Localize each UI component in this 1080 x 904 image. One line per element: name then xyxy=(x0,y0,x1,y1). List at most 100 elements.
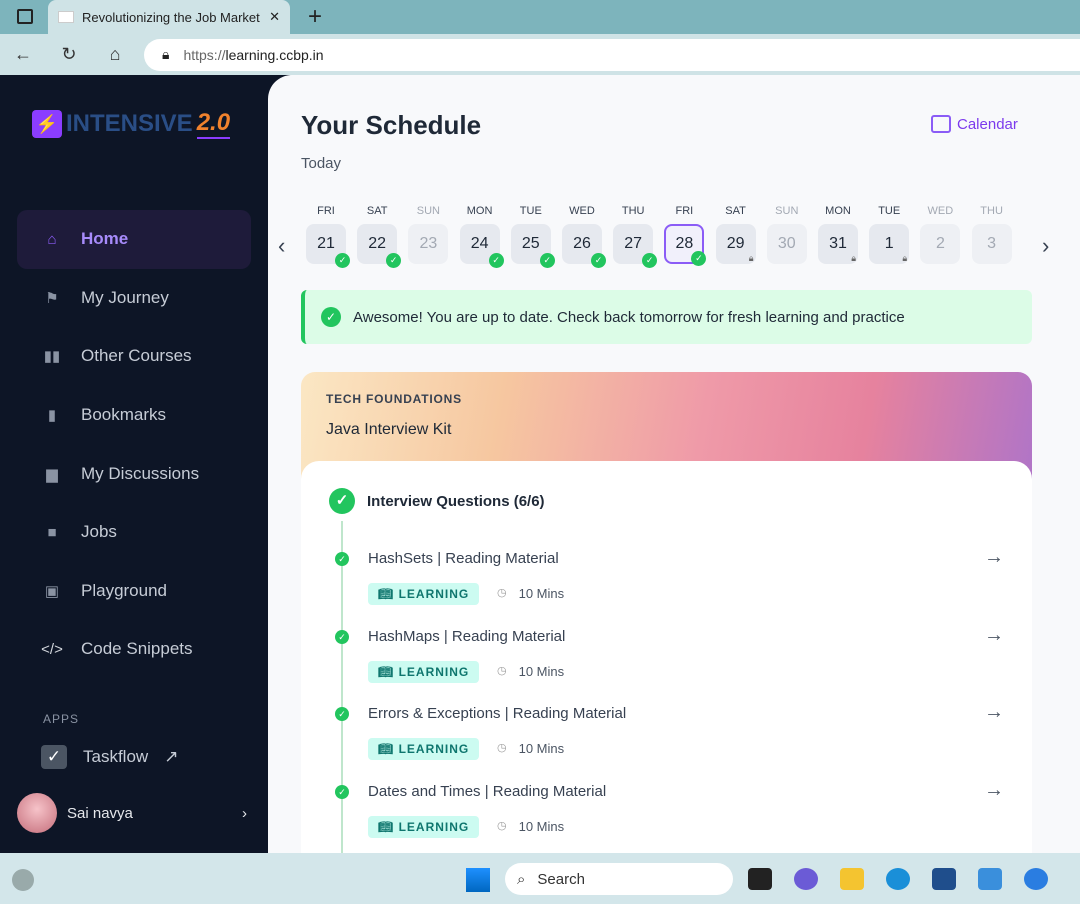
chevron-right-icon: › xyxy=(242,804,247,822)
day-24[interactable]: MON 24 ✓ xyxy=(459,205,504,268)
task-view-icon[interactable] xyxy=(748,868,772,890)
taskflow-link[interactable]: ✓ Taskflow ↗ xyxy=(41,745,178,769)
list-item[interactable]: ✓ Dates and Times | Reading Material → 📖︎ L… xyxy=(301,779,1032,854)
day-number: 30 xyxy=(766,224,807,264)
day-name: THU xyxy=(621,205,645,217)
browser-tab[interactable]: Revolutionizing the Job Market | ✕ xyxy=(48,0,290,34)
day-22[interactable]: SAT 22 ✓ xyxy=(357,205,402,268)
list-item[interactable]: ✓ HashSets | Reading Material → 📖︎ LEARNING… xyxy=(301,546,1032,628)
check-circle-icon: ✓ xyxy=(335,552,349,566)
check-circle-icon: ✓ xyxy=(335,629,349,644)
learning-badge: 📖︎ LEARNING xyxy=(368,660,480,683)
close-tab-icon[interactable]: ✕ xyxy=(269,9,280,25)
item-title: HashMaps | Reading Material xyxy=(368,627,566,645)
day-number-text: 30 xyxy=(777,235,796,252)
day-number: 3 xyxy=(971,224,1012,264)
badge-text: LEARNING xyxy=(398,664,470,679)
day-number-text: 21 xyxy=(317,235,335,252)
arrow-right-icon[interactable]: → xyxy=(984,546,1004,569)
apps-heading: APPS xyxy=(43,712,80,726)
logo-text: INTENSIVE xyxy=(66,110,193,137)
url-input[interactable]: 🔒︎ https://learning.ccbp.in xyxy=(144,38,1080,71)
day-21[interactable]: FRI 21 ✓ xyxy=(306,205,350,268)
clock-icon: ◷ xyxy=(497,664,507,677)
arrow-right-icon[interactable]: → xyxy=(984,779,1004,802)
sidebar-item-bookmarks[interactable]: ▮ Bookmarks xyxy=(17,386,251,445)
day-23[interactable]: SUN 23 xyxy=(408,205,449,264)
duration: ◷ 10 Mins xyxy=(497,586,564,601)
calendar-label: Calendar xyxy=(957,115,1018,133)
logo[interactable]: ⚡ INTENSIVE 2.0 xyxy=(32,109,231,139)
prev-week-arrow-icon[interactable]: ‹ xyxy=(278,233,285,259)
day-27[interactable]: THU 27 ✓ xyxy=(613,205,658,268)
sidebar-item-home[interactable]: ⌂ Home xyxy=(17,210,251,269)
bookmark-icon: ▮ xyxy=(47,407,57,425)
day-29[interactable]: SAT 29 🔒︎ xyxy=(715,205,756,264)
list-item[interactable]: ✓ Errors & Exceptions | Reading Material →… xyxy=(301,701,1032,783)
day-28[interactable]: FRI 28 ✓ xyxy=(664,205,707,266)
user-profile[interactable]: Sai navya › xyxy=(17,793,247,833)
check-icon: ✓ xyxy=(335,253,350,268)
tab-actions-icon[interactable] xyxy=(17,9,33,24)
calendar-icon xyxy=(931,115,951,133)
store-icon[interactable] xyxy=(932,868,956,890)
taskbar-search[interactable]: ⌕ Search xyxy=(505,863,733,895)
day-25[interactable]: TUE 25 ✓ xyxy=(510,205,555,268)
main-content: Your Schedule Calendar Today ‹ › FRI 21 ✓ S… xyxy=(268,75,1080,853)
home-browser-icon[interactable]: ⌂ xyxy=(92,44,138,65)
day-2[interactable]: WED 2 xyxy=(920,205,961,264)
windows-start-icon[interactable] xyxy=(466,868,490,892)
day-name: SAT xyxy=(366,205,388,217)
arrow-right-icon[interactable]: → xyxy=(984,624,1004,647)
learning-badge: 📖︎ LEARNING xyxy=(368,583,480,605)
day-name: WED xyxy=(569,205,595,217)
help-icon[interactable] xyxy=(1024,868,1048,890)
myhp-icon[interactable] xyxy=(978,868,1002,890)
day-1[interactable]: TUE 1 🔒︎ xyxy=(869,205,910,264)
day-number: 1 🔒︎ xyxy=(869,224,910,264)
sidebar-item-label: Other Courses xyxy=(81,346,192,366)
day-number-text: 26 xyxy=(573,235,591,252)
day-30[interactable]: SUN 30 xyxy=(766,205,807,264)
arrow-right-icon[interactable]: → xyxy=(984,701,1004,724)
day-31[interactable]: MON 31 🔒︎ xyxy=(818,205,858,264)
day-number-text: 1 xyxy=(884,235,894,252)
book-icon: ▮▮ xyxy=(43,348,61,366)
list-item[interactable]: ✓ HashMaps | Reading Material → 📖︎ LEARNING… xyxy=(301,624,1032,706)
sidebar-item-code-snippets[interactable]: </> Code Snippets xyxy=(17,620,251,679)
file-explorer-icon[interactable] xyxy=(840,868,864,890)
day-number-text: 27 xyxy=(624,235,643,252)
day-number: 23 xyxy=(408,224,449,264)
sidebar-item-jobs[interactable]: ■ Jobs xyxy=(17,503,251,562)
day-26[interactable]: WED 26 ✓ xyxy=(562,205,606,268)
day-number: 22 ✓ xyxy=(357,224,402,268)
weather-icon[interactable] xyxy=(12,869,34,891)
day-number: 28 ✓ xyxy=(664,224,707,266)
edge-icon[interactable] xyxy=(886,868,910,890)
logo-icon: ⚡ xyxy=(32,110,62,138)
teams-icon[interactable] xyxy=(794,868,818,890)
code-icon: </> xyxy=(41,640,63,658)
check-icon: ✓ xyxy=(539,253,555,268)
check-icon: ✓ xyxy=(591,253,606,268)
refresh-icon[interactable]: ↻ xyxy=(46,44,92,65)
day-3[interactable]: THU 3 xyxy=(971,205,1012,264)
week-strip: ‹ › FRI 21 ✓ SAT 22 ✓ SUN 23 MON 24 ✓ TUE 25 ✓ WED 26 ✓ T… xyxy=(268,205,1080,268)
day-name: MON xyxy=(466,205,493,217)
sidebar-item-my-discussions[interactable]: ▆ My Discussions xyxy=(17,444,251,503)
sidebar-item-other-courses[interactable]: ▮▮ Other Courses xyxy=(17,327,251,386)
new-tab-icon[interactable]: + xyxy=(308,3,322,31)
lock-icon: 🔒︎ xyxy=(902,253,908,263)
browser-tab-bar: Revolutionizing the Job Market | ✕ + xyxy=(0,0,1080,34)
back-icon[interactable]: ← xyxy=(0,44,46,65)
sidebar-item-my-journey[interactable]: ⚑ My Journey xyxy=(17,269,251,328)
section-header[interactable]: ✓ Interview Questions (6/6) xyxy=(329,488,545,514)
sidebar-item-playground[interactable]: ▣ Playground xyxy=(17,562,251,621)
day-name: MON xyxy=(825,205,851,217)
day-name: TUE xyxy=(519,205,542,217)
day-number: 2 xyxy=(920,224,961,264)
next-week-arrow-icon[interactable]: › xyxy=(1042,233,1049,259)
day-name: THU xyxy=(980,205,1003,217)
url-host: learning.ccbp.in xyxy=(225,46,324,63)
calendar-button[interactable]: Calendar xyxy=(931,115,1018,133)
